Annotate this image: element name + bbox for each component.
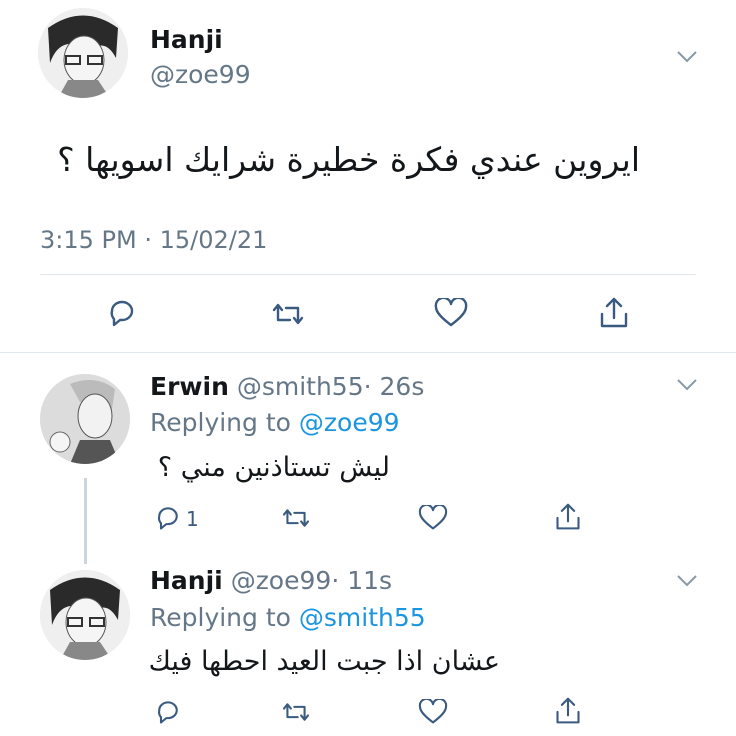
heart-icon[interactable] bbox=[418, 699, 448, 725]
share-icon[interactable] bbox=[598, 296, 630, 330]
reply-author-name[interactable]: Hanji bbox=[150, 566, 223, 595]
author-handle[interactable]: @zoe99 bbox=[150, 60, 251, 89]
chevron-down-icon[interactable] bbox=[676, 378, 698, 392]
reply-header: Erwin @smith55· 26s bbox=[150, 372, 424, 401]
replying-to-link[interactable]: @zoe99 bbox=[299, 408, 400, 437]
reply-author-name[interactable]: Erwin bbox=[150, 372, 229, 401]
reply-avatar[interactable] bbox=[40, 374, 130, 464]
replying-to: Replying to @zoe99 bbox=[150, 408, 400, 437]
replying-to-label: Replying to bbox=[150, 408, 291, 437]
reply-author-handle[interactable]: @smith55 bbox=[237, 372, 364, 401]
thread-line bbox=[84, 478, 87, 564]
reply-time: · 11s bbox=[331, 566, 393, 595]
tweet-timestamp: 3:15 PM · 15/02/21 bbox=[40, 226, 268, 254]
replying-to-link[interactable]: @smith55 bbox=[299, 603, 426, 632]
share-icon[interactable] bbox=[554, 696, 582, 726]
divider bbox=[40, 274, 696, 275]
heart-icon[interactable] bbox=[418, 505, 448, 531]
tweet-text: ايروين عندي فكرة خطيرة شرايك اسويها ؟ bbox=[57, 140, 640, 179]
reply-icon[interactable] bbox=[154, 698, 182, 726]
reply-text: ليش تستاذنين مني ؟ bbox=[157, 452, 390, 483]
reply-time: · 26s bbox=[363, 372, 425, 401]
reply-header: Hanji @zoe99· 11s bbox=[150, 566, 392, 595]
retweet-icon[interactable] bbox=[280, 700, 312, 724]
replying-to: Replying to @smith55 bbox=[150, 603, 426, 632]
author-avatar[interactable] bbox=[38, 8, 128, 98]
section-divider bbox=[0, 352, 736, 353]
share-icon[interactable] bbox=[554, 502, 582, 532]
retweet-icon[interactable] bbox=[270, 300, 306, 328]
reply-icon[interactable] bbox=[154, 504, 182, 532]
retweet-icon[interactable] bbox=[280, 506, 312, 530]
author-name[interactable]: Hanji bbox=[150, 25, 223, 54]
reply-avatar[interactable] bbox=[40, 570, 130, 660]
chevron-down-icon[interactable] bbox=[676, 50, 698, 64]
reply-count: 1 bbox=[186, 507, 199, 531]
reply-author-handle[interactable]: @zoe99 bbox=[231, 566, 332, 595]
reply-icon[interactable] bbox=[106, 297, 138, 329]
chevron-down-icon[interactable] bbox=[676, 574, 698, 588]
heart-icon[interactable] bbox=[434, 298, 468, 328]
replying-to-label: Replying to bbox=[150, 603, 291, 632]
reply-text: عشان اذا جبت العيد احطها فيك bbox=[148, 646, 500, 677]
